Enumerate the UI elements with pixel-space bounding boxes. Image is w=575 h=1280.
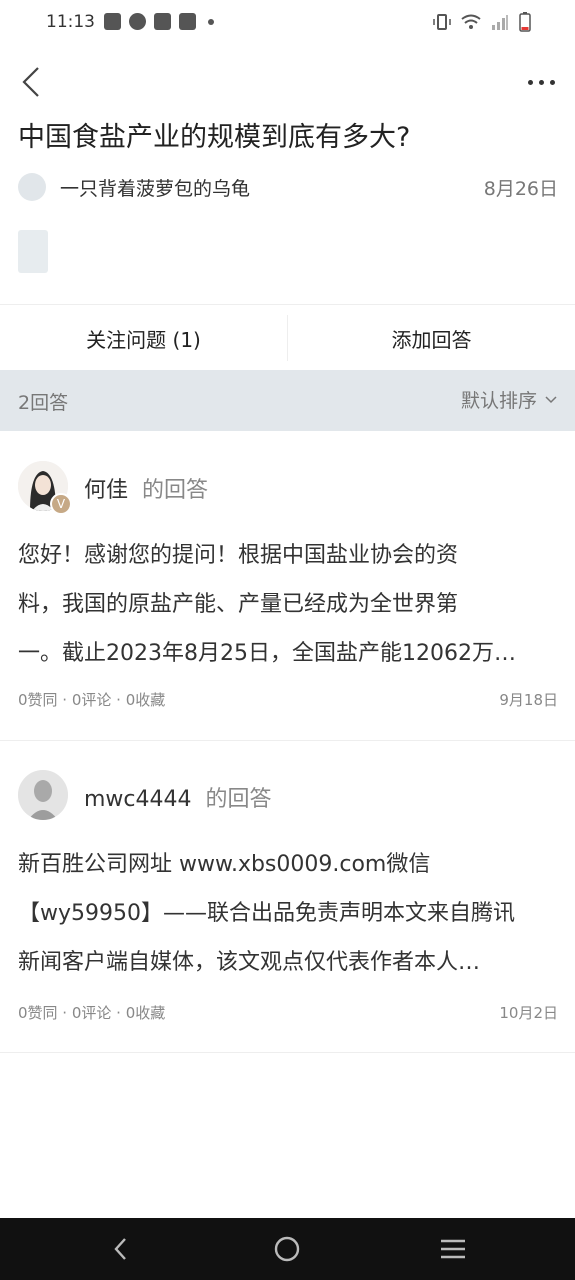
circle-home-icon xyxy=(274,1236,300,1262)
battery-icon xyxy=(519,12,531,32)
more-dots-icon xyxy=(538,79,544,85)
verified-badge-icon: V xyxy=(50,493,72,515)
answer-line: 新百胜公司网址 www.xbs0009.com微信 xyxy=(18,852,431,877)
answer-suffix: 的回答 xyxy=(205,787,272,812)
system-home-button[interactable] xyxy=(267,1232,307,1266)
mail-icon xyxy=(154,13,171,30)
menu-lines-icon xyxy=(441,1239,465,1259)
answer-card[interactable]: V 何佳 的回答 您好！感谢您的提问！根据中国盐业协会的资 料，我国的原盐产能、产… xyxy=(0,431,575,741)
back-button[interactable] xyxy=(14,62,54,102)
vibrate-icon xyxy=(433,14,451,30)
app-icon xyxy=(129,13,146,30)
answer-author-name[interactable]: mwc4444 xyxy=(84,787,192,812)
answer-suffix: 的回答 xyxy=(142,478,209,503)
system-back-button[interactable] xyxy=(101,1232,141,1266)
more-options-button[interactable] xyxy=(521,66,561,98)
chevron-left-icon xyxy=(22,67,39,97)
top-nav xyxy=(0,50,575,114)
answers-count: 2回答 xyxy=(18,392,69,414)
sort-dropdown[interactable]: 默认排序 xyxy=(461,386,557,413)
system-icons xyxy=(433,12,531,32)
answer-excerpt[interactable]: 您好！感谢您的提问！根据中国盐业协会的资 料，我国的原盐产能、产量已经成为全世界… xyxy=(18,531,558,678)
more-dots-icon xyxy=(549,79,555,85)
answer-header: mwc4444 的回答 xyxy=(18,770,558,820)
answer-stats: 0赞同 · 0评论 · 0收藏 xyxy=(18,1004,166,1022)
avatar[interactable] xyxy=(18,770,68,820)
answer-excerpt[interactable]: 新百胜公司网址 www.xbs0009.com微信 【wy59950】——联合出… xyxy=(18,840,558,987)
author-name[interactable]: 一只背着菠萝包的乌龟 xyxy=(60,174,250,201)
answers-header: 2回答 默认排序 xyxy=(0,370,575,431)
more-dots-icon xyxy=(527,79,533,85)
system-navigation-bar xyxy=(0,1218,575,1280)
system-recents-button[interactable] xyxy=(433,1232,473,1266)
status-time: 11:13 xyxy=(46,12,95,32)
sort-label: 默认排序 xyxy=(460,390,537,412)
answer-date: 9月18日 xyxy=(499,691,558,709)
answer-header: V 何佳 的回答 xyxy=(18,461,558,515)
alert-icon xyxy=(104,13,121,30)
mail-icon xyxy=(179,13,196,30)
answer-author-name[interactable]: 何佳 xyxy=(84,478,128,503)
answer-line: 一。截止2023年8月25日，全国盐产能12062万… xyxy=(18,641,516,666)
answer-author-line: mwc4444 的回答 xyxy=(84,781,272,813)
image-placeholder[interactable] xyxy=(18,230,48,273)
answer-line: 料，我国的原盐产能、产量已经成为全世界第 xyxy=(18,592,459,617)
answer-stats: 0赞同 · 0评论 · 0收藏 xyxy=(18,691,166,709)
wifi-icon xyxy=(461,14,481,29)
more-notifications-dot-icon xyxy=(208,18,214,25)
status-bar: 11:13 xyxy=(0,0,575,48)
answer-line: 【wy59950】——联合出品免责声明本文来自腾讯 xyxy=(18,901,515,926)
answer-line: 您好！感谢您的提问！根据中国盐业协会的资 xyxy=(18,543,459,568)
question-title: 中国食盐产业的规模到底有多大? xyxy=(18,122,411,153)
signal-icon xyxy=(492,15,508,30)
add-answer-button[interactable]: 添加回答 xyxy=(288,305,575,371)
follow-question-button[interactable]: 关注问题 (1) xyxy=(0,305,287,371)
chevron-left-icon xyxy=(114,1238,126,1260)
action-bar: 关注问题 (1) 添加回答 xyxy=(0,304,575,371)
answer-card[interactable]: mwc4444 的回答 新百胜公司网址 www.xbs0009.com微信 【wy… xyxy=(0,740,575,1053)
chevron-down-icon xyxy=(545,395,557,403)
answer-meta: 0赞同 · 0评论 · 0收藏 9月18日 xyxy=(18,689,558,710)
notification-icons xyxy=(104,13,214,30)
question-author-row: 一只背着菠萝包的乌龟 8月26日 xyxy=(18,170,558,204)
answer-author-line: 何佳 的回答 xyxy=(84,472,208,504)
user-default-avatar-icon xyxy=(18,770,68,820)
answer-meta: 0赞同 · 0评论 · 0收藏 10月2日 xyxy=(18,1002,558,1023)
answer-date: 10月2日 xyxy=(499,1004,558,1022)
author-avatar[interactable] xyxy=(18,173,46,201)
post-date: 8月26日 xyxy=(483,178,558,200)
answer-line: 新闻客户端自媒体，该文观点仅代表作者本人… xyxy=(18,950,481,975)
